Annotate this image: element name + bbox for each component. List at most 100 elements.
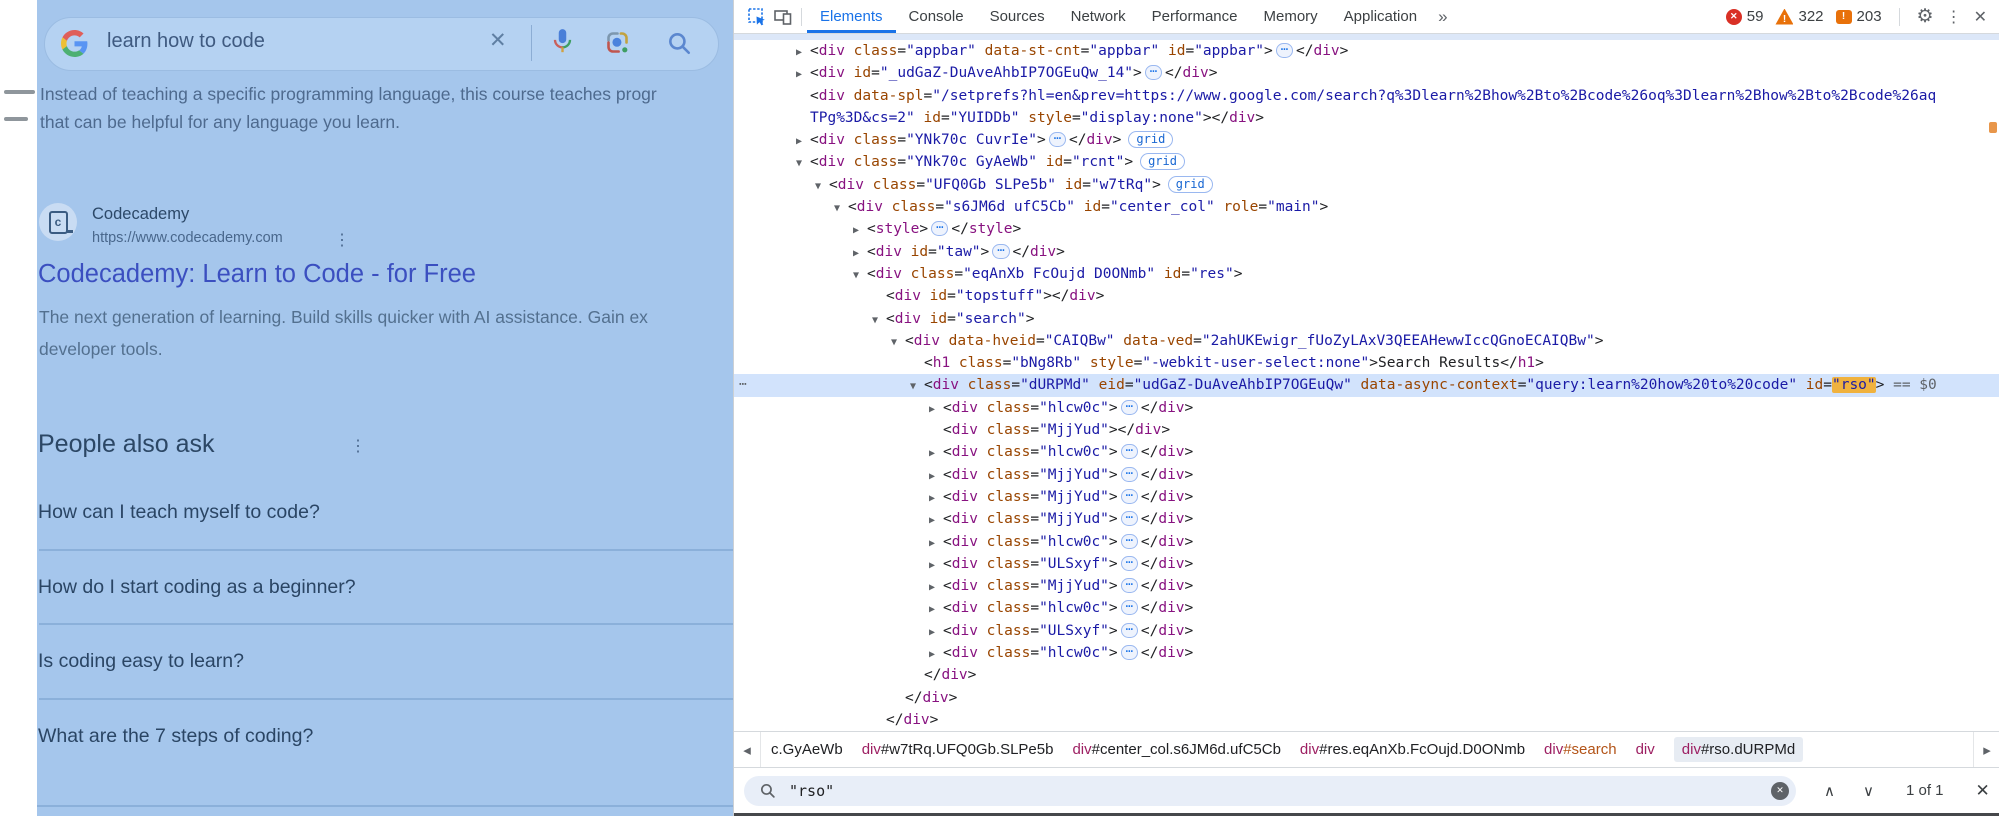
dom-tree-row[interactable]: ▶ <div class="ULSxyf"> ⋯ </div> — [734, 553, 1999, 575]
expand-arrow-icon[interactable]: ▼ — [796, 153, 810, 175]
dom-tree-row[interactable]: TPg%3D&cs=2" id="YUIDDb" style="display:… — [734, 107, 1999, 129]
paa-question[interactable]: How can I teach myself to code? — [38, 501, 320, 524]
dom-tree-row[interactable]: ⋯ ▼ <div class="dURPMd" eid="udGaZ-DuAveAh… — [734, 374, 1999, 398]
dom-tree-row[interactable]: ▶ <div class="MjjYud"> ⋯ </div> — [734, 575, 1999, 597]
expand-arrow-icon[interactable]: ▼ — [910, 376, 924, 398]
dom-tree-row[interactable]: ▶ <div class="ULSxyf"> ⋯ </div> — [734, 620, 1999, 642]
expand-arrow-icon[interactable]: ▼ — [815, 176, 829, 198]
dom-tree-row[interactable]: ▼ <div class="s6JM6d ufC5Cb" id="center_c… — [734, 196, 1999, 218]
grid-badge[interactable]: grid — [1128, 131, 1174, 149]
dom-tree-row[interactable]: </div> — [734, 664, 1999, 686]
grid-badge[interactable]: grid — [1140, 153, 1185, 171]
expand-inline-icon[interactable]: ⋯ — [1048, 132, 1066, 148]
dom-tree-row[interactable]: ▶ <div class="hlcw0c"> ⋯ </div> — [734, 441, 1999, 463]
clear-search-icon[interactable]: ✕ — [489, 28, 507, 53]
warning-count-badge[interactable]: ! 322 — [1775, 8, 1824, 25]
error-count-badge[interactable]: ✕ 59 — [1725, 8, 1763, 25]
expand-arrow-icon[interactable]: ▶ — [929, 510, 943, 532]
expand-arrow-icon[interactable]: ▶ — [929, 443, 943, 465]
tab-console[interactable]: Console — [896, 0, 977, 33]
expand-arrow-icon[interactable]: ▶ — [929, 488, 943, 510]
breadcrumb-item[interactable]: div#w7tRq.UFQ0Gb.SLPe5b — [862, 741, 1054, 758]
search-match-scroll-marker[interactable] — [1989, 122, 1997, 133]
dom-tree-row[interactable]: ▶ <div class="MjjYud"> ⋯ </div> — [734, 486, 1999, 508]
expand-arrow-icon[interactable]: ▼ — [834, 198, 848, 220]
dom-tree-row[interactable]: ▼ <div data-hveid="CAIQBw" data-ved="2ahU… — [734, 330, 1999, 352]
dom-tree-row[interactable]: <h1 class="bNg8Rb" style="-webkit-user-s… — [734, 352, 1999, 374]
paa-menu-icon[interactable]: ⋮ — [350, 436, 366, 456]
devtools-menu-icon[interactable]: ⋮ — [1946, 7, 1962, 27]
expand-arrow-icon[interactable]: ▶ — [796, 42, 810, 64]
expand-arrow-icon[interactable]: ▶ — [853, 243, 867, 265]
expand-arrow-icon[interactable]: ▶ — [929, 466, 943, 488]
expand-inline-icon[interactable]: ⋯ — [1120, 578, 1138, 594]
expand-inline-icon[interactable]: ⋯ — [931, 221, 949, 237]
find-next-icon[interactable]: ∨ — [1863, 782, 1874, 800]
dom-tree-row[interactable]: ▼ <div class="eqAnXb FcOujd D0ONmb" id="r… — [734, 263, 1999, 285]
expand-arrow-icon[interactable]: ▶ — [929, 533, 943, 555]
expand-inline-icon[interactable]: ⋯ — [1120, 645, 1138, 661]
expand-arrow-icon[interactable]: ▶ — [929, 399, 943, 421]
tab-application[interactable]: Application — [1331, 0, 1430, 33]
find-previous-icon[interactable]: ∧ — [1824, 782, 1835, 800]
dom-tree-row[interactable]: ▼ <div class="UFQ0Gb SLPe5b" id="w7tRq"> g… — [734, 174, 1999, 196]
dom-tree-row[interactable]: <div data-spl="/setprefs?hl=en&prev=http… — [734, 85, 1999, 107]
expand-arrow-icon[interactable]: ▶ — [929, 555, 943, 577]
dom-tree-row[interactable]: ▶ <div class="hlcw0c"> ⋯ </div> — [734, 642, 1999, 664]
issues-count-badge[interactable]: ! 203 — [1835, 8, 1882, 25]
expand-arrow-icon[interactable]: ▶ — [929, 577, 943, 599]
expand-arrow-icon[interactable]: ▶ — [929, 599, 943, 621]
breadcrumb-scroll-left-icon[interactable]: ◂ — [734, 732, 761, 767]
breadcrumb-item[interactable]: div#search — [1544, 741, 1617, 758]
dom-tree-row[interactable]: ▶ <style> ⋯ </style> — [734, 218, 1999, 240]
breadcrumb-scroll-right-icon[interactable]: ▸ — [1973, 732, 1999, 767]
dom-tree-row[interactable]: ▶ <div class="MjjYud"> ⋯ </div> — [734, 508, 1999, 530]
settings-gear-icon[interactable]: ⚙ — [1917, 5, 1934, 28]
close-devtools-icon[interactable]: ✕ — [1974, 7, 1987, 27]
paa-question[interactable]: What are the 7 steps of coding? — [38, 725, 313, 748]
dom-tree-row[interactable]: ▼ <div id="search"> — [734, 308, 1999, 330]
more-tabs-icon[interactable]: » — [1430, 7, 1455, 27]
dom-tree-row[interactable]: ▶ <div class="hlcw0c"> ⋯ </div> — [734, 397, 1999, 419]
expand-arrow-icon[interactable]: ▼ — [853, 265, 867, 287]
search-submit-icon[interactable] — [666, 30, 692, 61]
dom-tree-row[interactable]: ▼ <div class="YNk70c GyAeWb" id="rcnt"> gr… — [734, 151, 1999, 173]
dom-tree-row[interactable]: <div class="MjjYud"></div> — [734, 419, 1999, 441]
expand-inline-icon[interactable]: ⋯ — [1120, 488, 1138, 504]
breadcrumb-item[interactable]: c.GyAeWb — [771, 741, 843, 758]
expand-inline-icon[interactable]: ⋯ — [1120, 555, 1138, 571]
result-menu-icon[interactable]: ⋮ — [334, 230, 350, 250]
dom-tree-row[interactable]: <div id="topstuff"></div> — [734, 285, 1999, 307]
expand-inline-icon[interactable]: ⋯ — [992, 243, 1010, 259]
result-title-link[interactable]: Codecademy: Learn to Code - for Free — [38, 260, 476, 289]
dom-tree-row[interactable]: </div> — [734, 709, 1999, 731]
expand-arrow-icon[interactable]: ▼ — [872, 310, 886, 332]
expand-arrow-icon[interactable]: ▶ — [929, 622, 943, 644]
expand-inline-icon[interactable]: ⋯ — [1144, 65, 1163, 81]
row-more-actions-icon[interactable]: ⋯ — [739, 374, 748, 396]
clear-find-icon[interactable]: ✕ — [1771, 781, 1789, 800]
breadcrumb-item[interactable]: div — [1636, 741, 1655, 758]
find-input[interactable]: "rso" ✕ — [744, 775, 1796, 806]
grid-badge[interactable]: grid — [1167, 175, 1213, 193]
close-find-icon[interactable]: ✕ — [1976, 781, 1990, 801]
expand-arrow-icon[interactable]: ▼ — [891, 332, 905, 354]
breadcrumb-item[interactable]: div#res.eqAnXb.FcOujd.D0ONmb — [1300, 741, 1525, 758]
find-query-text[interactable]: "rso" — [789, 782, 834, 800]
expand-arrow-icon[interactable]: ▶ — [929, 644, 943, 666]
expand-inline-icon[interactable]: ⋯ — [1120, 533, 1138, 549]
expand-inline-icon[interactable]: ⋯ — [1120, 444, 1138, 460]
paa-question[interactable]: Is coding easy to learn? — [38, 650, 244, 673]
tab-performance[interactable]: Performance — [1139, 0, 1251, 33]
search-query-input[interactable]: learn how to code — [107, 30, 265, 53]
expand-inline-icon[interactable]: ⋯ — [1120, 466, 1138, 482]
voice-search-icon[interactable] — [549, 27, 576, 62]
expand-inline-icon[interactable]: ⋯ — [1120, 622, 1138, 638]
expand-arrow-icon[interactable]: ▶ — [796, 131, 810, 153]
expand-inline-icon[interactable]: ⋯ — [1275, 43, 1293, 58]
expand-inline-icon[interactable]: ⋯ — [1120, 600, 1138, 616]
dom-tree-row[interactable]: </div> — [734, 687, 1999, 709]
google-lens-icon[interactable] — [604, 29, 631, 61]
expand-inline-icon[interactable]: ⋯ — [1120, 511, 1138, 527]
dom-tree-row[interactable]: ▶ <div class="YNk70c CuvrIe"> ⋯ </div> grid — [734, 129, 1999, 151]
